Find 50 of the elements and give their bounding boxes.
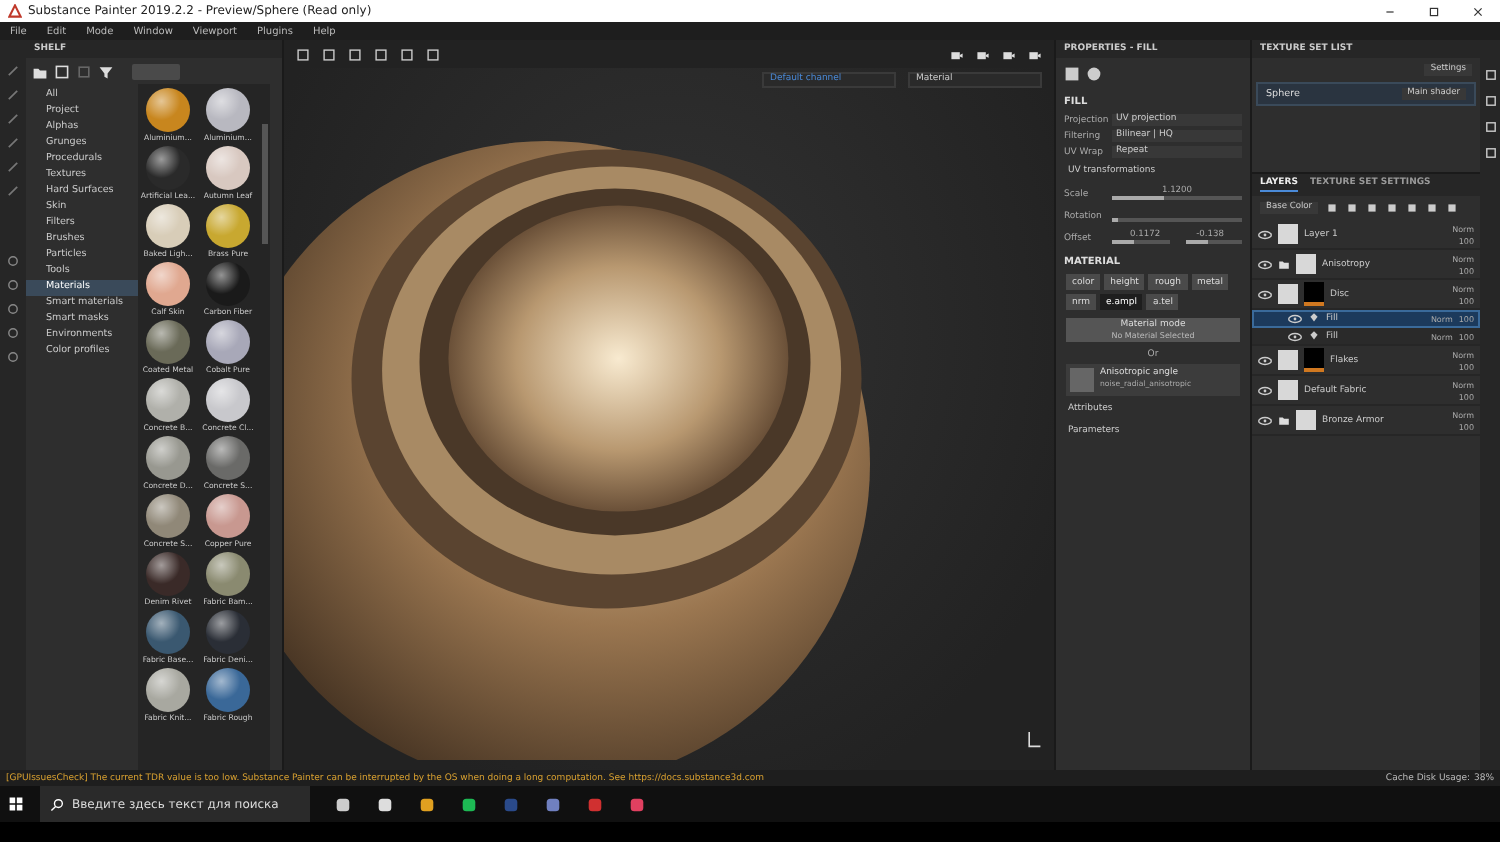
material-sphere-icon[interactable] — [206, 668, 250, 712]
taskbar-app-icon[interactable] — [418, 795, 436, 813]
material-sphere-icon[interactable] — [146, 494, 190, 538]
material-sphere-icon[interactable] — [146, 436, 190, 480]
material-sphere-icon[interactable] — [146, 610, 190, 654]
camera-icon[interactable] — [1002, 47, 1016, 61]
close-icon[interactable] — [1472, 5, 1484, 17]
material-sphere-icon[interactable] — [146, 378, 190, 422]
folder-icon[interactable] — [32, 63, 48, 79]
material-sphere-icon[interactable] — [206, 204, 250, 248]
windows-start-icon[interactable] — [8, 796, 24, 812]
eye-icon[interactable] — [1288, 331, 1302, 341]
maximize-icon[interactable] — [1428, 5, 1440, 17]
taskbar-app-icon[interactable] — [460, 795, 478, 813]
taskbar-app-icon[interactable] — [376, 795, 394, 813]
resource-thumbnail[interactable] — [1070, 368, 1094, 392]
camera-icon[interactable] — [1028, 47, 1042, 61]
minimize-icon[interactable] — [1384, 5, 1396, 17]
material-sphere-icon[interactable] — [206, 88, 250, 132]
camera-icon[interactable] — [976, 47, 990, 61]
material-sphere-icon[interactable] — [146, 668, 190, 712]
eye-icon[interactable] — [1258, 355, 1272, 365]
eye-icon[interactable] — [1258, 289, 1272, 299]
search-icon — [50, 797, 64, 811]
eye-icon[interactable] — [1258, 385, 1272, 395]
folder-icon — [1278, 414, 1290, 426]
filter-icon[interactable] — [98, 63, 114, 79]
material-sphere-icon[interactable] — [206, 552, 250, 596]
fill-icon[interactable] — [1064, 66, 1080, 82]
material-sphere-icon[interactable] — [206, 146, 250, 190]
camera-icon[interactable] — [950, 47, 964, 61]
folder-icon — [1278, 258, 1290, 270]
material-sphere-icon[interactable] — [206, 494, 250, 538]
eye-icon[interactable] — [1258, 229, 1272, 239]
eye-icon[interactable] — [1258, 415, 1272, 425]
material-sphere-icon[interactable] — [146, 88, 190, 132]
material-sphere-icon[interactable] — [146, 320, 190, 364]
axis-gizmo-icon — [1026, 730, 1042, 750]
material-sphere-icon[interactable] — [206, 320, 250, 364]
scrollbar[interactable] — [261, 124, 267, 244]
sphere-icon[interactable] — [1086, 66, 1102, 82]
taskbar-app-icon[interactable] — [334, 795, 352, 813]
material-sphere-icon[interactable] — [206, 378, 250, 422]
app-logo-icon — [8, 4, 22, 18]
material-sphere-icon[interactable] — [146, 262, 190, 306]
eye-icon[interactable] — [1288, 313, 1302, 323]
eye-icon[interactable] — [1258, 259, 1272, 269]
material-sphere-icon[interactable] — [146, 204, 190, 248]
search-field[interactable] — [132, 63, 180, 79]
material-sphere-icon[interactable] — [206, 436, 250, 480]
